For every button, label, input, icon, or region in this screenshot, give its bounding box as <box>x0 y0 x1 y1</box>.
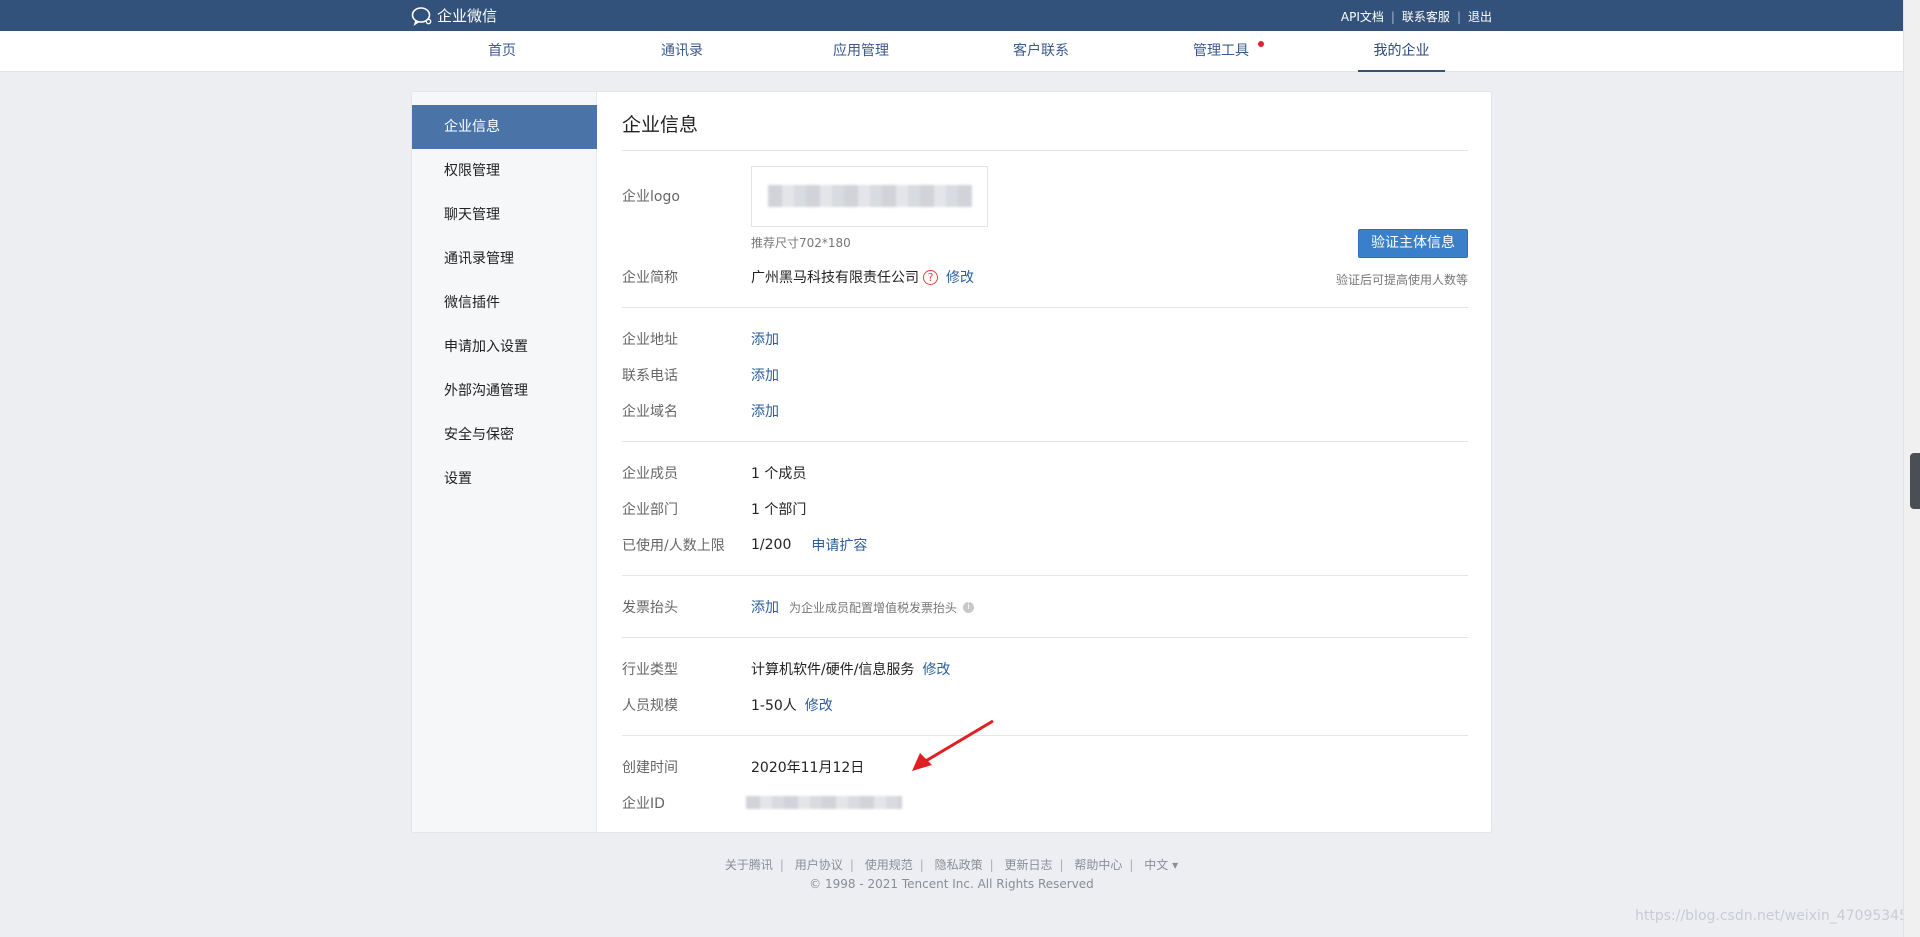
brand-name: 企业微信 <box>437 7 498 25</box>
corp-id-label: 企业ID <box>622 796 665 812</box>
footer-links: 关于腾讯 | 用户协议 | 使用规范 | 隐私政策 | 更新日志 | 帮助中心 | 中文 ▾ <box>724 858 1179 872</box>
top-bar: 企业微信 API文档 | 联系客服 | 退出 <box>0 0 1903 31</box>
sidebar-item-chat-management[interactable]: 聊天管理 <box>412 193 597 237</box>
sidebar-item-permissions[interactable]: 权限管理 <box>412 149 597 193</box>
language-select[interactable]: 中文 ▾ <box>1144 858 1178 872</box>
info-icon[interactable]: i <box>963 601 975 613</box>
phone-label: 联系电话 <box>622 368 678 384</box>
main-nav: 首页 通讯录 应用管理 客户联系 管理工具 我的企业 <box>0 31 1903 72</box>
sidebar-item-wechat-plugin[interactable]: 微信插件 <box>412 281 597 325</box>
logo-upload-box[interactable] <box>751 166 988 227</box>
enterprise-info-card: 企业信息 权限管理 聊天管理 通讯录管理 微信插件 申请加入设置 外部沟通管理 … <box>411 91 1492 833</box>
departments-label: 企业部门 <box>622 502 678 518</box>
divider: | <box>1456 9 1461 24</box>
domain-label: 企业域名 <box>622 404 678 420</box>
industry-row: 计算机软件/硬件/信息服务 修改 <box>751 659 950 679</box>
short-name-value: 广州黑马科技有限责任公司 <box>751 270 919 286</box>
footer-link-changelog[interactable]: 更新日志 <box>1004 858 1052 872</box>
contact-support-link[interactable]: 联系客服 <box>1402 8 1450 25</box>
tab-home[interactable]: 首页 <box>470 31 534 72</box>
add-domain-link[interactable]: 添加 <box>751 401 779 421</box>
tab-my-enterprise[interactable]: 我的企业 <box>1358 31 1445 72</box>
apply-expand-link[interactable]: 申请扩容 <box>811 535 867 555</box>
short-name-row: 广州黑马科技有限责任公司 ? 修改 <box>751 267 974 287</box>
logout-link[interactable]: 退出 <box>1468 8 1492 25</box>
logo-image-blurred <box>768 185 972 207</box>
content-area: 企业信息 企业logo 推荐尺寸702*180 验证主体信息 验证后可提高使用人… <box>622 92 1468 832</box>
help-question-icon[interactable]: ? <box>923 269 938 285</box>
invoice-row: 添加 为企业成员配置增值税发票抬头 i <box>751 597 975 617</box>
sidebar-item-security[interactable]: 安全与保密 <box>412 413 597 457</box>
copyright: © 1998 - 2021 Tencent Inc. All Rights Re… <box>809 877 1094 891</box>
tab-app-management[interactable]: 应用管理 <box>824 31 898 72</box>
divider <box>622 637 1468 638</box>
created-value: 2020年11月12日 <box>751 760 865 776</box>
top-links: API文档 | 联系客服 | 退出 <box>1341 8 1492 25</box>
divider: | <box>1390 9 1395 24</box>
watermark: https://blog.csdn.net/weixin_47095345 <box>1634 908 1908 924</box>
wecom-logo-icon <box>411 6 432 26</box>
annotation-arrow-icon <box>912 719 994 771</box>
divider <box>622 441 1468 442</box>
divider <box>622 150 1468 151</box>
created-label: 创建时间 <box>622 760 678 776</box>
page-title: 企业信息 <box>622 114 699 136</box>
scale-label: 人员规模 <box>622 698 678 714</box>
floating-side-handle[interactable] <box>1910 453 1920 509</box>
tab-customer-contact[interactable]: 客户联系 <box>1004 31 1078 72</box>
divider <box>622 735 1468 736</box>
api-docs-link[interactable]: API文档 <box>1341 8 1384 25</box>
sidebar-item-external-communication[interactable]: 外部沟通管理 <box>412 369 597 413</box>
add-invoice-link[interactable]: 添加 <box>751 597 779 617</box>
departments-value: 1 个部门 <box>751 502 807 518</box>
modify-short-name-link[interactable]: 修改 <box>946 267 974 287</box>
footer-link-usage-rules[interactable]: 使用规范 <box>865 858 913 872</box>
modify-industry-link[interactable]: 修改 <box>922 659 950 679</box>
sidebar-item-settings[interactable]: 设置 <box>412 457 597 501</box>
divider <box>622 575 1468 576</box>
scale-row: 1-50人 修改 <box>751 695 833 715</box>
add-phone-link[interactable]: 添加 <box>751 365 779 385</box>
limit-row: 1/200 申请扩容 <box>751 535 867 555</box>
footer-link-help[interactable]: 帮助中心 <box>1074 858 1122 872</box>
brand-logo[interactable]: 企业微信 <box>411 5 497 26</box>
sidebar: 企业信息 权限管理 聊天管理 通讯录管理 微信插件 申请加入设置 外部沟通管理 … <box>412 92 597 832</box>
limit-label: 已使用/人数上限 <box>622 538 725 554</box>
verify-entity-button[interactable]: 验证主体信息 <box>1358 229 1468 258</box>
members-value: 1 个成员 <box>751 466 807 482</box>
verify-hint: 验证后可提高使用人数等 <box>1335 273 1468 287</box>
sidebar-item-enterprise-info[interactable]: 企业信息 <box>412 105 597 149</box>
sidebar-item-join-settings[interactable]: 申请加入设置 <box>412 325 597 369</box>
invoice-label: 发票抬头 <box>622 600 678 616</box>
industry-label: 行业类型 <box>622 662 678 678</box>
tab-management-tools[interactable]: 管理工具 <box>1184 31 1264 72</box>
limit-value: 1/200 <box>751 537 792 553</box>
corp-id-blurred <box>746 796 902 809</box>
modify-scale-link[interactable]: 修改 <box>805 695 833 715</box>
invoice-hint: 为企业成员配置增值税发票抬头 <box>789 600 958 615</box>
industry-value: 计算机软件/硬件/信息服务 <box>751 662 915 678</box>
scale-value: 1-50人 <box>751 698 797 714</box>
logo-label: 企业logo <box>622 189 680 205</box>
short-name-label: 企业简称 <box>622 270 678 286</box>
divider <box>622 307 1468 308</box>
tab-management-tools-label: 管理工具 <box>1193 43 1249 59</box>
address-label: 企业地址 <box>622 332 678 348</box>
footer-link-privacy[interactable]: 隐私政策 <box>935 858 983 872</box>
add-address-link[interactable]: 添加 <box>751 329 779 349</box>
footer-link-about[interactable]: 关于腾讯 <box>725 858 773 872</box>
sidebar-item-contacts-management[interactable]: 通讯录管理 <box>412 237 597 281</box>
footer-link-user-agreement[interactable]: 用户协议 <box>795 858 843 872</box>
logo-size-hint: 推荐尺寸702*180 <box>751 236 851 250</box>
tab-contacts[interactable]: 通讯录 <box>650 31 714 72</box>
members-label: 企业成员 <box>622 466 678 482</box>
notification-dot <box>1258 41 1264 47</box>
